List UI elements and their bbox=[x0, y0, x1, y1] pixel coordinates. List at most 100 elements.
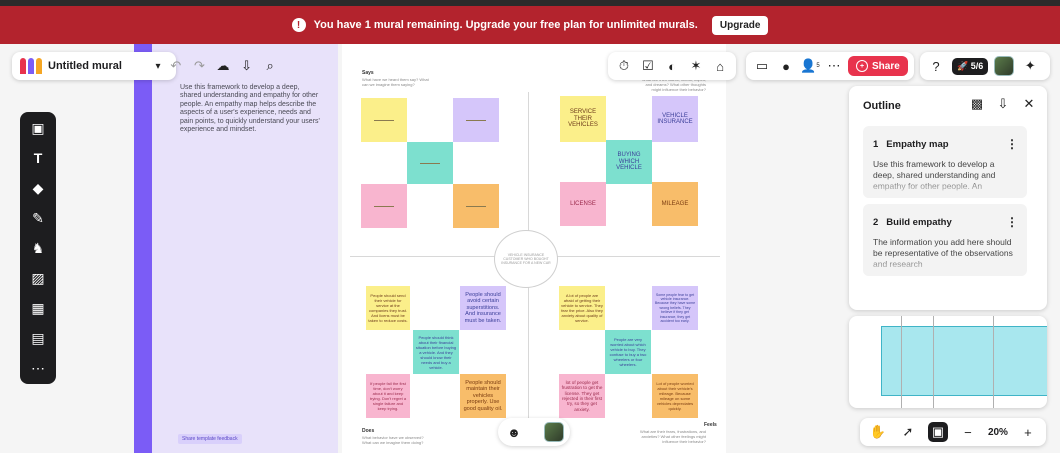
outline-item-title: Empathy map bbox=[886, 138, 949, 150]
image-icon[interactable]: ▨ bbox=[27, 268, 49, 288]
mural-logo-icon[interactable] bbox=[20, 58, 42, 74]
onboarding-progress: 5/6 bbox=[970, 60, 984, 71]
sticky-note[interactable]: People should avoid certain superstition… bbox=[460, 286, 506, 330]
minimap-gridline bbox=[993, 316, 994, 408]
rooms-icon[interactable]: ▭ bbox=[752, 56, 772, 76]
account-toolbar: ? 🚀 5/6 ✦ bbox=[920, 52, 1050, 80]
sticky-note[interactable]: BUYING WHICH VEHICLE bbox=[606, 140, 652, 184]
sticky-note[interactable]: People are very worried about which vehi… bbox=[605, 330, 651, 374]
zoom-out-button[interactable]: − bbox=[958, 422, 978, 442]
sticky-note[interactable] bbox=[361, 98, 407, 142]
template-feedback-button[interactable]: Share template feedback bbox=[178, 434, 242, 444]
text-fade bbox=[863, 176, 1027, 198]
templates-icon[interactable]: ♞ bbox=[27, 238, 49, 258]
undo-icon[interactable]: ↶ bbox=[166, 56, 186, 76]
sticky-note[interactable] bbox=[361, 184, 407, 228]
sticky-note[interactable]: LICENSE bbox=[560, 182, 606, 226]
alert-icon: ! bbox=[291, 18, 306, 32]
feels-prompt: What are their fears, frustrations, and … bbox=[639, 429, 706, 444]
onboarding-progress-badge[interactable]: 🚀 5/6 bbox=[952, 57, 989, 75]
persona-circle[interactable]: VEHICLE INSURANCE CUSTOMER WHO BOUGHT IN… bbox=[494, 230, 558, 288]
framework-accent-bar bbox=[134, 44, 152, 453]
help-icon[interactable]: ? bbox=[926, 56, 946, 76]
timer-icon[interactable]: ⏱ bbox=[614, 56, 634, 76]
zoom-in-button[interactable]: + bbox=[1018, 422, 1038, 442]
shapes-icon[interactable]: ◆ bbox=[27, 178, 49, 198]
creation-toolbar: ▣ T ◆ ✎ ♞ ▨ ▦ ▤ ⋯ bbox=[20, 112, 56, 384]
reactions-toolbar: ☻ bbox=[498, 418, 570, 446]
mural-title[interactable]: Untitled mural bbox=[48, 60, 142, 72]
sticky-note[interactable]: People should think about their financia… bbox=[413, 330, 459, 374]
sticky-note-icon[interactable]: ▣ bbox=[27, 118, 49, 138]
more-vertical-icon[interactable]: ⋮ bbox=[1006, 212, 1018, 232]
does-prompt: What behavior have we observed? What can… bbox=[362, 435, 424, 445]
minimap-gridline bbox=[901, 316, 902, 408]
cloud-saved-icon[interactable]: ☁ bbox=[213, 56, 233, 76]
redo-icon[interactable]: ↷ bbox=[190, 56, 210, 76]
user-avatar[interactable] bbox=[544, 422, 564, 442]
sticky-note[interactable]: Some people fear to get vehicle insuranc… bbox=[652, 286, 698, 330]
comments-icon[interactable]: ● bbox=[776, 56, 796, 76]
logo-bar-red bbox=[20, 58, 26, 74]
sticky-placeholder-line bbox=[374, 205, 394, 207]
outline-item[interactable]: 1 Empathy map ⋮ Use this framework to de… bbox=[863, 126, 1027, 198]
summon-icon[interactable]: ⌂ bbox=[710, 56, 730, 76]
sticky-note[interactable]: SERVICE THEIR VEHICLES bbox=[560, 96, 606, 142]
sticky-note[interactable] bbox=[407, 142, 453, 184]
download-icon[interactable]: ⇩ bbox=[993, 94, 1013, 114]
collaboration-toolbar: ▭ ● 👤 5 ⋯ + Share bbox=[746, 52, 914, 80]
outline-actions: ▩ ⇩ ✕ bbox=[967, 94, 1039, 114]
select-tool-icon[interactable]: ➚ bbox=[898, 422, 918, 442]
says-label: Says bbox=[362, 70, 374, 76]
outline-item-number: 2 bbox=[873, 216, 879, 228]
export-icon[interactable]: ⇩ bbox=[237, 56, 257, 76]
logo-bar-orange bbox=[36, 58, 42, 74]
grid-icon[interactable]: ▦ bbox=[27, 298, 49, 318]
table-icon[interactable]: ▤ bbox=[27, 328, 49, 348]
more-vertical-icon[interactable]: ⋮ bbox=[1006, 134, 1018, 154]
outline-item-number: 1 bbox=[873, 138, 879, 150]
sticky-note[interactable]: People should send their vehicle for ser… bbox=[366, 286, 410, 330]
text-icon[interactable]: T bbox=[27, 148, 49, 168]
sticky-note[interactable]: If people fail the first time, don't wor… bbox=[366, 374, 410, 418]
sticky-placeholder-line bbox=[374, 119, 394, 121]
sticky-note[interactable] bbox=[453, 98, 499, 142]
sticky-placeholder-line bbox=[466, 205, 486, 207]
user-avatar[interactable] bbox=[994, 56, 1015, 76]
vote-icon[interactable]: ☑ bbox=[638, 56, 658, 76]
upgrade-button[interactable]: Upgrade bbox=[711, 15, 769, 35]
minimap-toggle-icon[interactable]: ▣ bbox=[927, 422, 948, 442]
share-button[interactable]: + Share bbox=[848, 56, 908, 76]
says-prompt: What have we heard them say? What can we… bbox=[362, 77, 429, 87]
hand-tool-icon[interactable]: ✋ bbox=[868, 422, 888, 442]
minimap-viewport[interactable] bbox=[881, 326, 1047, 396]
outline-item[interactable]: 2 Build empathy ⋮ The information you ad… bbox=[863, 204, 1027, 276]
facilitation-toolbar: ⏱ ☑ ◐ ✶ ⌂ bbox=[608, 52, 736, 80]
sticky-note[interactable]: VEHICLE INSURANCE bbox=[652, 96, 698, 142]
sticky-note[interactable]: People should maintain their vehicles pr… bbox=[460, 374, 506, 418]
sticky-note[interactable]: A lot of people are afraid of getting th… bbox=[559, 286, 605, 330]
pen-icon[interactable]: ✎ bbox=[27, 208, 49, 228]
ai-sparkle-icon[interactable]: ✦ bbox=[1020, 56, 1040, 76]
participants-icon[interactable]: 👤 5 bbox=[800, 56, 820, 76]
reaction-icon[interactable]: ☻ bbox=[504, 422, 524, 442]
more-icon[interactable]: ⋯ bbox=[824, 56, 844, 76]
sticky-note[interactable]: Lot of people worried about their vehicl… bbox=[652, 374, 698, 418]
minimap[interactable] bbox=[849, 316, 1047, 408]
history-toolbar: ↶ ↷ ☁ ⇩ ⌕ bbox=[160, 52, 286, 80]
sticky-note[interactable]: lot of people get frustration to get the… bbox=[559, 374, 605, 418]
close-icon[interactable]: ✕ bbox=[1019, 94, 1039, 114]
sticky-note[interactable] bbox=[453, 184, 499, 228]
private-mode-icon[interactable]: ◐ bbox=[662, 56, 682, 76]
laser-icon[interactable]: ✶ bbox=[686, 56, 706, 76]
banner-message: You have 1 mural remaining. Upgrade your… bbox=[313, 19, 698, 31]
more-icon[interactable]: ⋯ bbox=[27, 358, 49, 378]
zoom-level[interactable]: 20% bbox=[988, 427, 1008, 438]
sticky-note[interactable]: MILEAGE bbox=[652, 182, 698, 226]
sticky-placeholder-line bbox=[420, 162, 440, 164]
framework-description: Use this framework to develop a deep, sh… bbox=[180, 84, 320, 134]
sticky-placeholder-line bbox=[466, 119, 486, 121]
participants-count: 5 bbox=[816, 63, 820, 69]
presentation-icon[interactable]: ▩ bbox=[967, 94, 987, 114]
search-icon[interactable]: ⌕ bbox=[260, 56, 280, 76]
